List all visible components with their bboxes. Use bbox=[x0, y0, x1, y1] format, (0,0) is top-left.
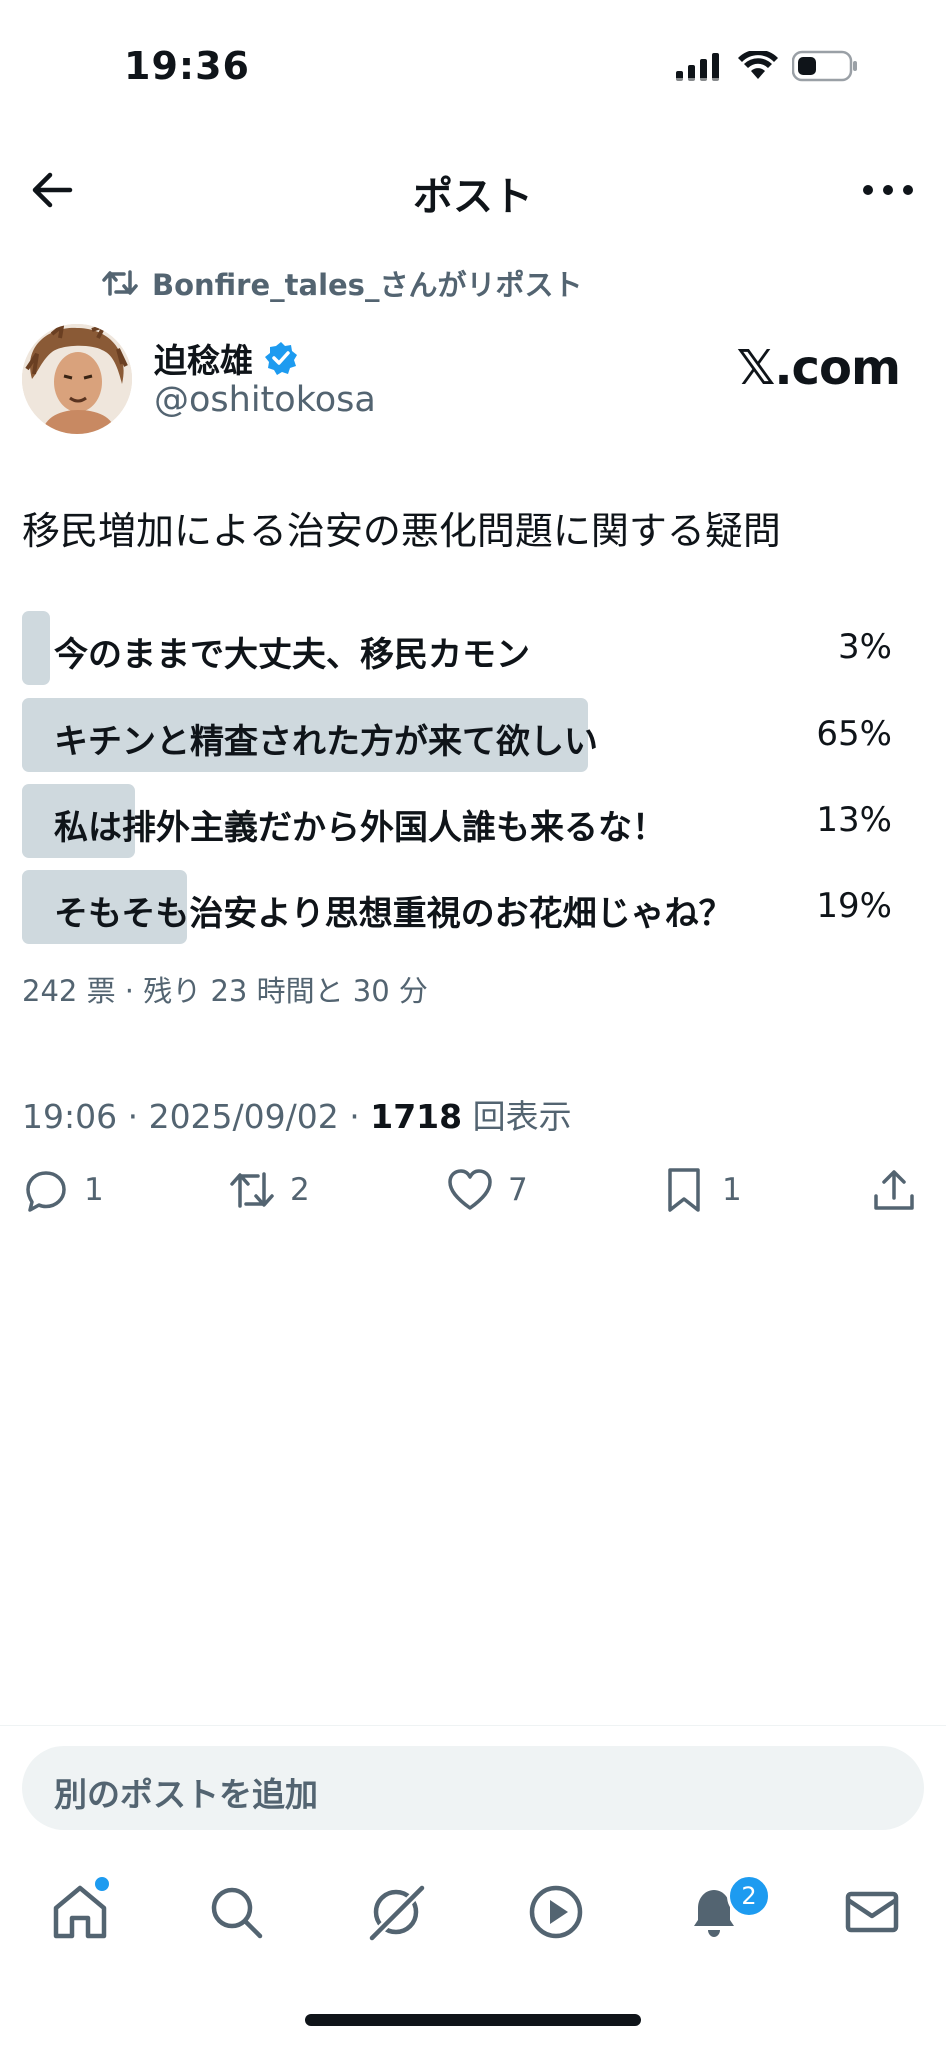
share-button[interactable] bbox=[870, 1166, 918, 1214]
bookmark-button[interactable]: 1 bbox=[660, 1166, 742, 1214]
home-unread-dot bbox=[93, 1875, 111, 1893]
signal-icon bbox=[676, 53, 724, 81]
avatar-image bbox=[22, 324, 132, 434]
poll-option-label: そもそも治安より思想重視のお花畑じゃね？ bbox=[54, 894, 733, 934]
bookmark-count: 1 bbox=[722, 1172, 742, 1208]
avatar[interactable] bbox=[22, 324, 132, 434]
repost-button[interactable]: 2 bbox=[228, 1166, 310, 1214]
like-button[interactable]: 7 bbox=[446, 1166, 528, 1214]
mail-icon bbox=[845, 1891, 899, 1933]
poll-bar bbox=[22, 611, 50, 685]
poll-option[interactable]: キチンと精査された方が来て欲しい 65% bbox=[22, 698, 892, 772]
author-name-text: 迫稔雄 bbox=[154, 341, 253, 380]
post-timestamp: 19:06 · 2025/09/02 · 1718 回表示 bbox=[22, 1090, 572, 1138]
reply-button[interactable]: 1 bbox=[22, 1166, 104, 1214]
poll-option-percent: 13% bbox=[816, 800, 892, 840]
repost-icon bbox=[102, 270, 138, 296]
view-label: 回表示 bbox=[462, 1097, 572, 1136]
view-count[interactable]: 1718 bbox=[370, 1097, 462, 1136]
author-handle[interactable]: @oshitokosa bbox=[154, 380, 376, 420]
battery-icon bbox=[792, 50, 857, 82]
arrow-left-icon bbox=[32, 172, 73, 208]
repost-label: Bonfire_tales_さんがリポスト bbox=[152, 268, 583, 302]
repost-action-icon bbox=[230, 1172, 274, 1208]
poll-option-label: 私は排外主義だから外国人誰も来るな！ bbox=[54, 808, 666, 848]
grok-icon bbox=[366, 1882, 428, 1944]
poll-option-label: 今のままで大丈夫、移民カモン bbox=[54, 635, 530, 675]
poll-option[interactable]: 私は排外主義だから外国人誰も来るな！ 13% bbox=[22, 784, 892, 858]
poll-option-percent: 19% bbox=[816, 886, 892, 926]
reply-icon bbox=[26, 1171, 66, 1212]
back-button[interactable] bbox=[26, 164, 78, 216]
notification-badge: 2 bbox=[727, 1874, 771, 1918]
poll-option-percent: 65% bbox=[816, 714, 892, 754]
status-icons bbox=[676, 50, 858, 82]
author-name[interactable]: 迫稔雄 bbox=[154, 334, 299, 382]
nav-grok[interactable] bbox=[364, 1880, 428, 1944]
verified-badge-icon bbox=[265, 342, 297, 375]
nav-messages[interactable] bbox=[840, 1880, 904, 1944]
x-com-watermark: 𝕏 .com bbox=[736, 340, 901, 396]
poll-option[interactable]: そもそも治安より思想重視のお花畑じゃね？ 19% bbox=[22, 870, 892, 944]
x-com-suffix: .com bbox=[774, 340, 901, 396]
share-icon bbox=[874, 1170, 914, 1210]
add-post-placeholder: 別のポストを追加 bbox=[54, 1775, 318, 1814]
status-time: 19:36 bbox=[124, 44, 250, 88]
repost-context[interactable]: Bonfire_tales_さんがリポスト bbox=[102, 262, 582, 304]
poll-meta: 242 票 · 残り 23 時間と 30 分 bbox=[22, 974, 428, 1008]
nav-videos[interactable] bbox=[524, 1880, 588, 1944]
nav-search[interactable] bbox=[204, 1880, 268, 1944]
search-icon bbox=[211, 1887, 263, 1939]
x-logo-glyph: 𝕏 bbox=[736, 340, 776, 396]
bookmark-icon bbox=[668, 1168, 700, 1212]
page-title: ポスト bbox=[413, 174, 533, 220]
more-horizontal-icon bbox=[863, 185, 913, 195]
poll-option[interactable]: 今のままで大丈夫、移民カモン 3% bbox=[22, 611, 892, 685]
repost-count: 2 bbox=[290, 1172, 310, 1208]
heart-icon bbox=[448, 1169, 492, 1210]
post-text: 移民増加による治安の悪化問題に関する疑問 bbox=[22, 509, 781, 553]
timestamp-date: 19:06 · 2025/09/02 · bbox=[22, 1097, 371, 1136]
like-count: 7 bbox=[508, 1172, 528, 1208]
divider bbox=[0, 1725, 946, 1726]
poll-option-label: キチンと精査された方が来て欲しい bbox=[54, 722, 598, 762]
play-icon bbox=[529, 1885, 583, 1939]
wifi-icon bbox=[738, 51, 778, 79]
more-options-button[interactable] bbox=[860, 170, 916, 210]
add-post-input[interactable]: 別のポストを追加 bbox=[22, 1746, 924, 1830]
poll-option-percent: 3% bbox=[838, 627, 892, 667]
home-indicator bbox=[305, 2014, 641, 2026]
reply-count: 1 bbox=[84, 1172, 104, 1208]
